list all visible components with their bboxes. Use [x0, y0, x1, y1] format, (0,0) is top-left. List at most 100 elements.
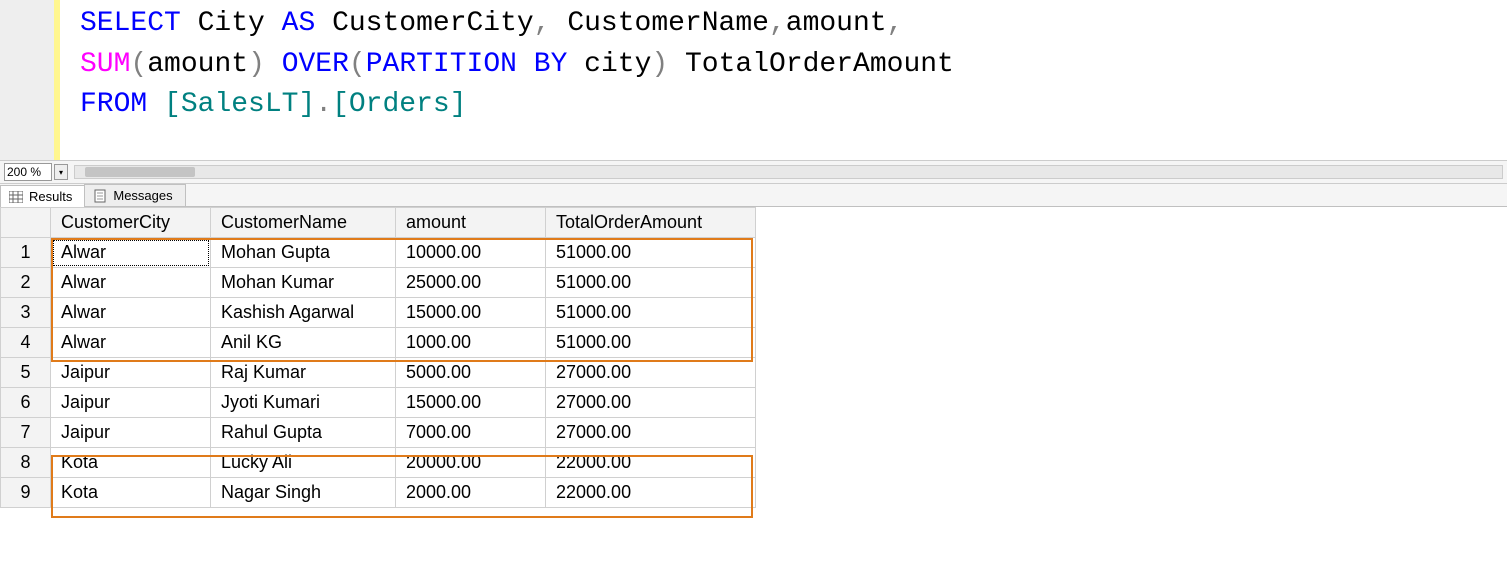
cell[interactable]: Jaipur — [51, 358, 211, 388]
row-number[interactable]: 1 — [1, 238, 51, 268]
tok-paren: ) — [248, 49, 265, 80]
row-number[interactable]: 5 — [1, 358, 51, 388]
table-row[interactable]: 4AlwarAnil KG1000.0051000.00 — [1, 328, 756, 358]
col-amount[interactable]: amount — [396, 208, 546, 238]
cell[interactable]: Nagar Singh — [211, 478, 396, 508]
cell[interactable]: 51000.00 — [546, 268, 756, 298]
cell[interactable]: Lucky Ali — [211, 448, 396, 478]
cell[interactable]: 2000.00 — [396, 478, 546, 508]
tok-amount: amount — [147, 49, 248, 80]
tok-paren: ( — [349, 49, 366, 80]
cell[interactable]: 20000.00 — [396, 448, 546, 478]
cell[interactable]: 27000.00 — [546, 388, 756, 418]
kw-partition: PARTITION — [366, 49, 517, 80]
cell[interactable]: Alwar — [51, 328, 211, 358]
col-customername[interactable]: CustomerName — [211, 208, 396, 238]
table-row[interactable]: 2AlwarMohan Kumar25000.0051000.00 — [1, 268, 756, 298]
col-customercity[interactable]: CustomerCity — [51, 208, 211, 238]
tok-comma: , — [769, 8, 786, 39]
cell[interactable]: 22000.00 — [546, 448, 756, 478]
tab-results[interactable]: Results — [0, 185, 85, 207]
horizontal-scrollbar-thumb[interactable] — [85, 167, 195, 177]
kw-by: BY — [534, 49, 568, 80]
cell[interactable]: Jaipur — [51, 388, 211, 418]
table-row[interactable]: 3AlwarKashish Agarwal15000.0051000.00 — [1, 298, 756, 328]
editor-gutter — [0, 0, 60, 160]
header-row: CustomerCity CustomerName amount TotalOr… — [1, 208, 756, 238]
tok-city: city — [567, 49, 651, 80]
cell[interactable]: Rahul Gupta — [211, 418, 396, 448]
kw-over: OVER — [282, 49, 349, 80]
cell[interactable]: 1000.00 — [396, 328, 546, 358]
row-number[interactable]: 4 — [1, 328, 51, 358]
result-tabs: Results Messages — [0, 184, 1507, 207]
col-totalorderamount[interactable]: TotalOrderAmount — [546, 208, 756, 238]
results-grid[interactable]: CustomerCity CustomerName amount TotalOr… — [0, 207, 756, 508]
cell[interactable]: Anil KG — [211, 328, 396, 358]
row-number[interactable]: 3 — [1, 298, 51, 328]
row-number[interactable]: 7 — [1, 418, 51, 448]
table-row[interactable]: 5JaipurRaj Kumar5000.0027000.00 — [1, 358, 756, 388]
sql-code[interactable]: SELECT City AS CustomerCity, CustomerNam… — [60, 0, 964, 160]
cell[interactable]: Alwar — [51, 268, 211, 298]
table-row[interactable]: 6JaipurJyoti Kumari15000.0027000.00 — [1, 388, 756, 418]
sql-editor[interactable]: SELECT City AS CustomerCity, CustomerNam… — [0, 0, 1507, 160]
cell[interactable]: 51000.00 — [546, 328, 756, 358]
cell[interactable]: 10000.00 — [396, 238, 546, 268]
tab-messages[interactable]: Messages — [84, 184, 185, 206]
kw-as: AS — [282, 8, 316, 39]
cell[interactable]: Kota — [51, 448, 211, 478]
corner-cell[interactable] — [1, 208, 51, 238]
cell[interactable]: Jyoti Kumari — [211, 388, 396, 418]
tok-amount: amount — [786, 8, 887, 39]
cell[interactable]: Alwar — [51, 298, 211, 328]
tok-table: [Orders] — [332, 89, 466, 120]
tok-schema: [SalesLT] — [164, 89, 315, 120]
cell[interactable]: 7000.00 — [396, 418, 546, 448]
cell[interactable]: 25000.00 — [396, 268, 546, 298]
table-row[interactable]: 7JaipurRahul Gupta7000.0027000.00 — [1, 418, 756, 448]
results-grid-wrap: CustomerCity CustomerName amount TotalOr… — [0, 207, 1507, 508]
cell[interactable]: Mohan Gupta — [211, 238, 396, 268]
cell[interactable]: 22000.00 — [546, 478, 756, 508]
tab-messages-label: Messages — [113, 188, 172, 203]
row-number[interactable]: 6 — [1, 388, 51, 418]
tab-results-label: Results — [29, 189, 72, 204]
cell[interactable]: 27000.00 — [546, 358, 756, 388]
cell[interactable]: 15000.00 — [396, 388, 546, 418]
document-icon — [93, 189, 107, 203]
tok-city: City — [181, 8, 282, 39]
tok-totalorderamount: TotalOrderAmount — [668, 49, 954, 80]
cell[interactable]: 51000.00 — [546, 238, 756, 268]
cell[interactable]: Jaipur — [51, 418, 211, 448]
cell[interactable]: 51000.00 — [546, 298, 756, 328]
tok-comma: , — [887, 8, 904, 39]
table-row[interactable]: 9KotaNagar Singh2000.0022000.00 — [1, 478, 756, 508]
horizontal-scrollbar[interactable] — [74, 165, 1503, 179]
cell[interactable]: Raj Kumar — [211, 358, 396, 388]
cell[interactable]: 27000.00 — [546, 418, 756, 448]
zoom-input[interactable] — [4, 163, 52, 181]
tok-customercity: CustomerCity — [315, 8, 533, 39]
tok-dot: . — [315, 89, 332, 120]
kw-select: SELECT — [80, 8, 181, 39]
fn-sum: SUM — [80, 49, 130, 80]
tok-customername: CustomerName — [551, 8, 769, 39]
cell[interactable]: Mohan Kumar — [211, 268, 396, 298]
table-row[interactable]: 8KotaLucky Ali20000.0022000.00 — [1, 448, 756, 478]
cell[interactable]: 5000.00 — [396, 358, 546, 388]
tok-paren: ) — [651, 49, 668, 80]
row-number[interactable]: 9 — [1, 478, 51, 508]
cell[interactable]: 15000.00 — [396, 298, 546, 328]
zoom-toolbar: ▾ — [0, 160, 1507, 184]
row-number[interactable]: 2 — [1, 268, 51, 298]
cell[interactable]: Alwar — [51, 238, 211, 268]
table-row[interactable]: 1AlwarMohan Gupta10000.0051000.00 — [1, 238, 756, 268]
zoom-dropdown[interactable]: ▾ — [54, 164, 68, 180]
grid-icon — [9, 191, 23, 203]
cell[interactable]: Kashish Agarwal — [211, 298, 396, 328]
cell[interactable]: Kota — [51, 478, 211, 508]
tok-comma: , — [534, 8, 551, 39]
kw-from: FROM — [80, 89, 147, 120]
row-number[interactable]: 8 — [1, 448, 51, 478]
